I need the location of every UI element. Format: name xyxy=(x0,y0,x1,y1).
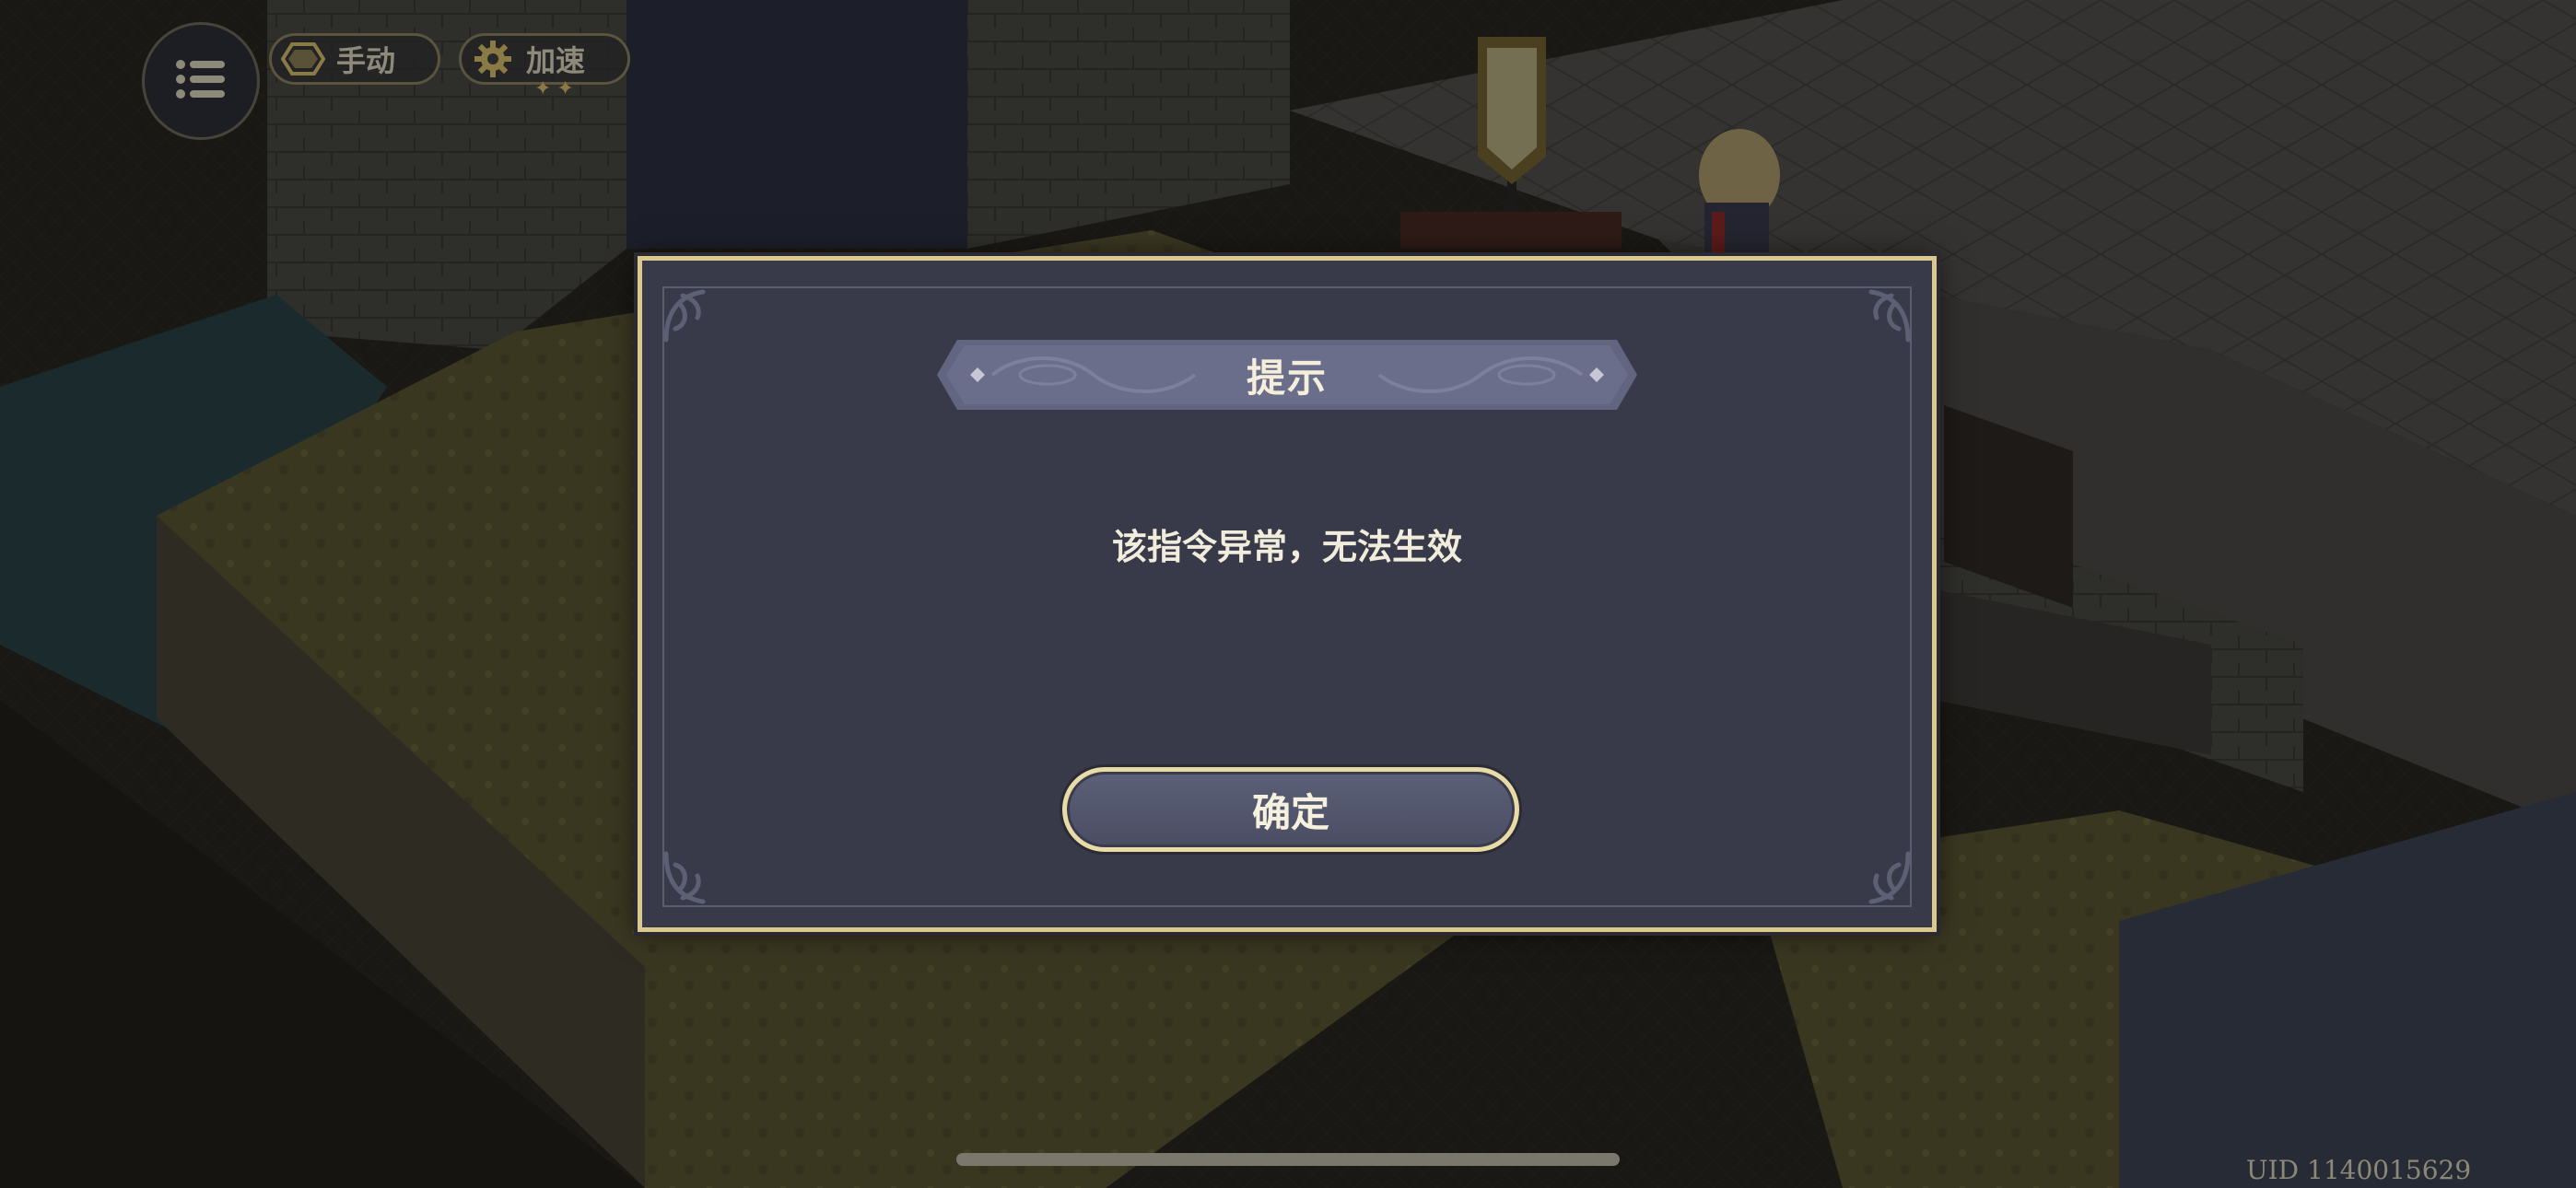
manual-mode-label: 手动 xyxy=(336,43,396,78)
corner-ornament-icon xyxy=(663,289,706,343)
gear-icon xyxy=(469,41,517,77)
speed-up-label: 加速 xyxy=(526,43,586,78)
corner-ornament-icon xyxy=(663,851,706,904)
manual-mode-button[interactable]: 手动 xyxy=(269,33,440,85)
user-id-label: UID 1140015629 xyxy=(2246,1155,2472,1185)
corner-ornament-icon xyxy=(1868,289,1911,343)
game-screen: 手动 加速 ✦✦ 提示 该指令异常，无法生效 确定 UID 1140015629 xyxy=(0,0,2576,1188)
list-menu-icon xyxy=(175,59,227,103)
dialog-title-banner: 提示 xyxy=(937,340,1637,410)
speed-level-stars: ✦✦ xyxy=(534,77,580,100)
home-indicator-bar[interactable] xyxy=(956,1153,1620,1166)
dialog-title: 提示 xyxy=(1246,355,1328,401)
alert-dialog: 提示 该指令异常，无法生效 确定 xyxy=(638,256,1937,932)
confirm-button[interactable]: 确定 xyxy=(1062,767,1519,852)
corner-ornament-icon xyxy=(1868,851,1911,904)
dialog-message: 该指令异常，无法生效 xyxy=(1111,526,1462,567)
menu-button[interactable] xyxy=(142,22,260,140)
hexagon-icon xyxy=(279,41,327,77)
